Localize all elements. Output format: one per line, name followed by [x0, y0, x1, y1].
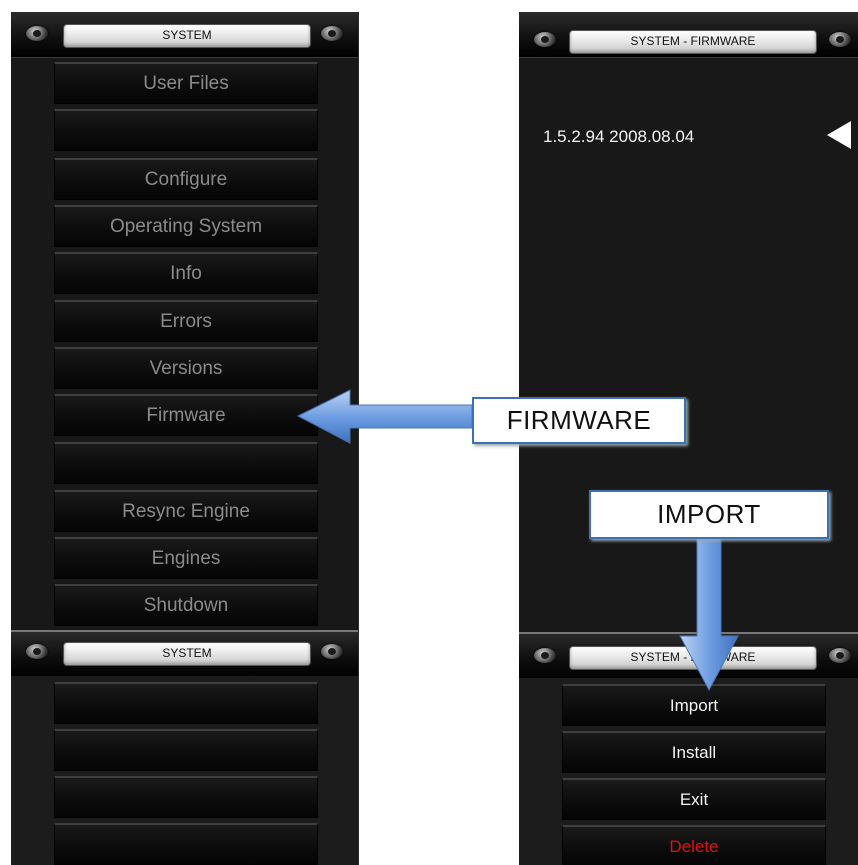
- pointer-arrow-icon: [296, 389, 473, 444]
- firmware-callout: FIRMWARE: [472, 397, 686, 444]
- pointer-arrow-icon: [679, 537, 739, 692]
- annotation-arrows: [296, 389, 739, 692]
- import-callout: IMPORT: [589, 490, 829, 539]
